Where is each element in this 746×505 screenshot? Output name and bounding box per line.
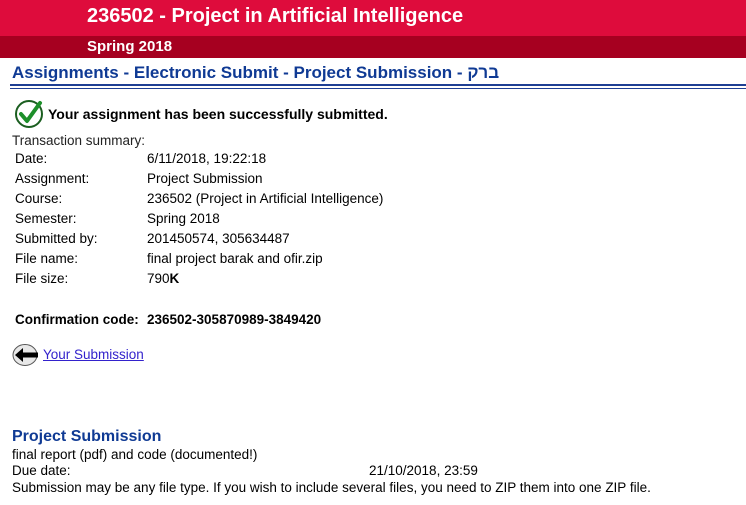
success-message: Your assignment has been successfully su… — [48, 106, 388, 122]
summary-value: final project barak and ofir.zip — [147, 251, 323, 266]
summary-label: Assignment: — [15, 171, 90, 186]
summary-value: 236502 (Project in Artificial Intelligen… — [147, 191, 384, 206]
semester-label: Spring 2018 — [87, 38, 173, 55]
file-size-number: 790 — [147, 271, 170, 286]
summary-label: File size: — [15, 271, 69, 286]
your-submission-link[interactable]: Your Submission — [43, 347, 144, 362]
course-title: 236502 - Project in Artificial Intellige… — [87, 5, 464, 27]
summary-label: Submitted by: — [15, 231, 98, 246]
back-arrow-icon[interactable] — [12, 343, 40, 367]
summary-label: Course: — [15, 191, 63, 206]
summary-value: Spring 2018 — [147, 211, 220, 226]
project-description: final report (pdf) and code (documented!… — [12, 447, 258, 462]
summary-label: File name: — [15, 251, 79, 266]
summary-value: Project Submission — [147, 171, 263, 186]
confirmation-code: 236502-305870989-3849420 — [147, 312, 322, 327]
summary-label: Semester: — [15, 211, 77, 226]
summary-value: 6/11/2018, 19:22:18 — [147, 151, 267, 166]
divider — [10, 88, 746, 89]
summary-value: 201450574, 305634487 — [147, 231, 290, 246]
summary-label: Date: — [15, 151, 48, 166]
due-date-value: 21/10/2018, 23:59 — [369, 463, 478, 478]
confirmation-label: Confirmation code: — [15, 312, 139, 327]
file-size-value: 790K — [147, 271, 179, 286]
file-size-unit: K — [169, 271, 180, 286]
semester-bar: Spring 2018 — [0, 36, 746, 58]
divider — [10, 84, 746, 86]
summary-title: Transaction summary: — [12, 133, 146, 148]
submission-note: Submission may be any file type. If you … — [12, 480, 651, 495]
breadcrumb: Assignments - Electronic Submit - Projec… — [12, 63, 500, 82]
check-icon — [15, 100, 43, 128]
course-header: 236502 - Project in Artificial Intellige… — [0, 0, 746, 36]
project-title: Project Submission — [12, 428, 162, 445]
due-date-label: Due date: — [12, 463, 71, 478]
